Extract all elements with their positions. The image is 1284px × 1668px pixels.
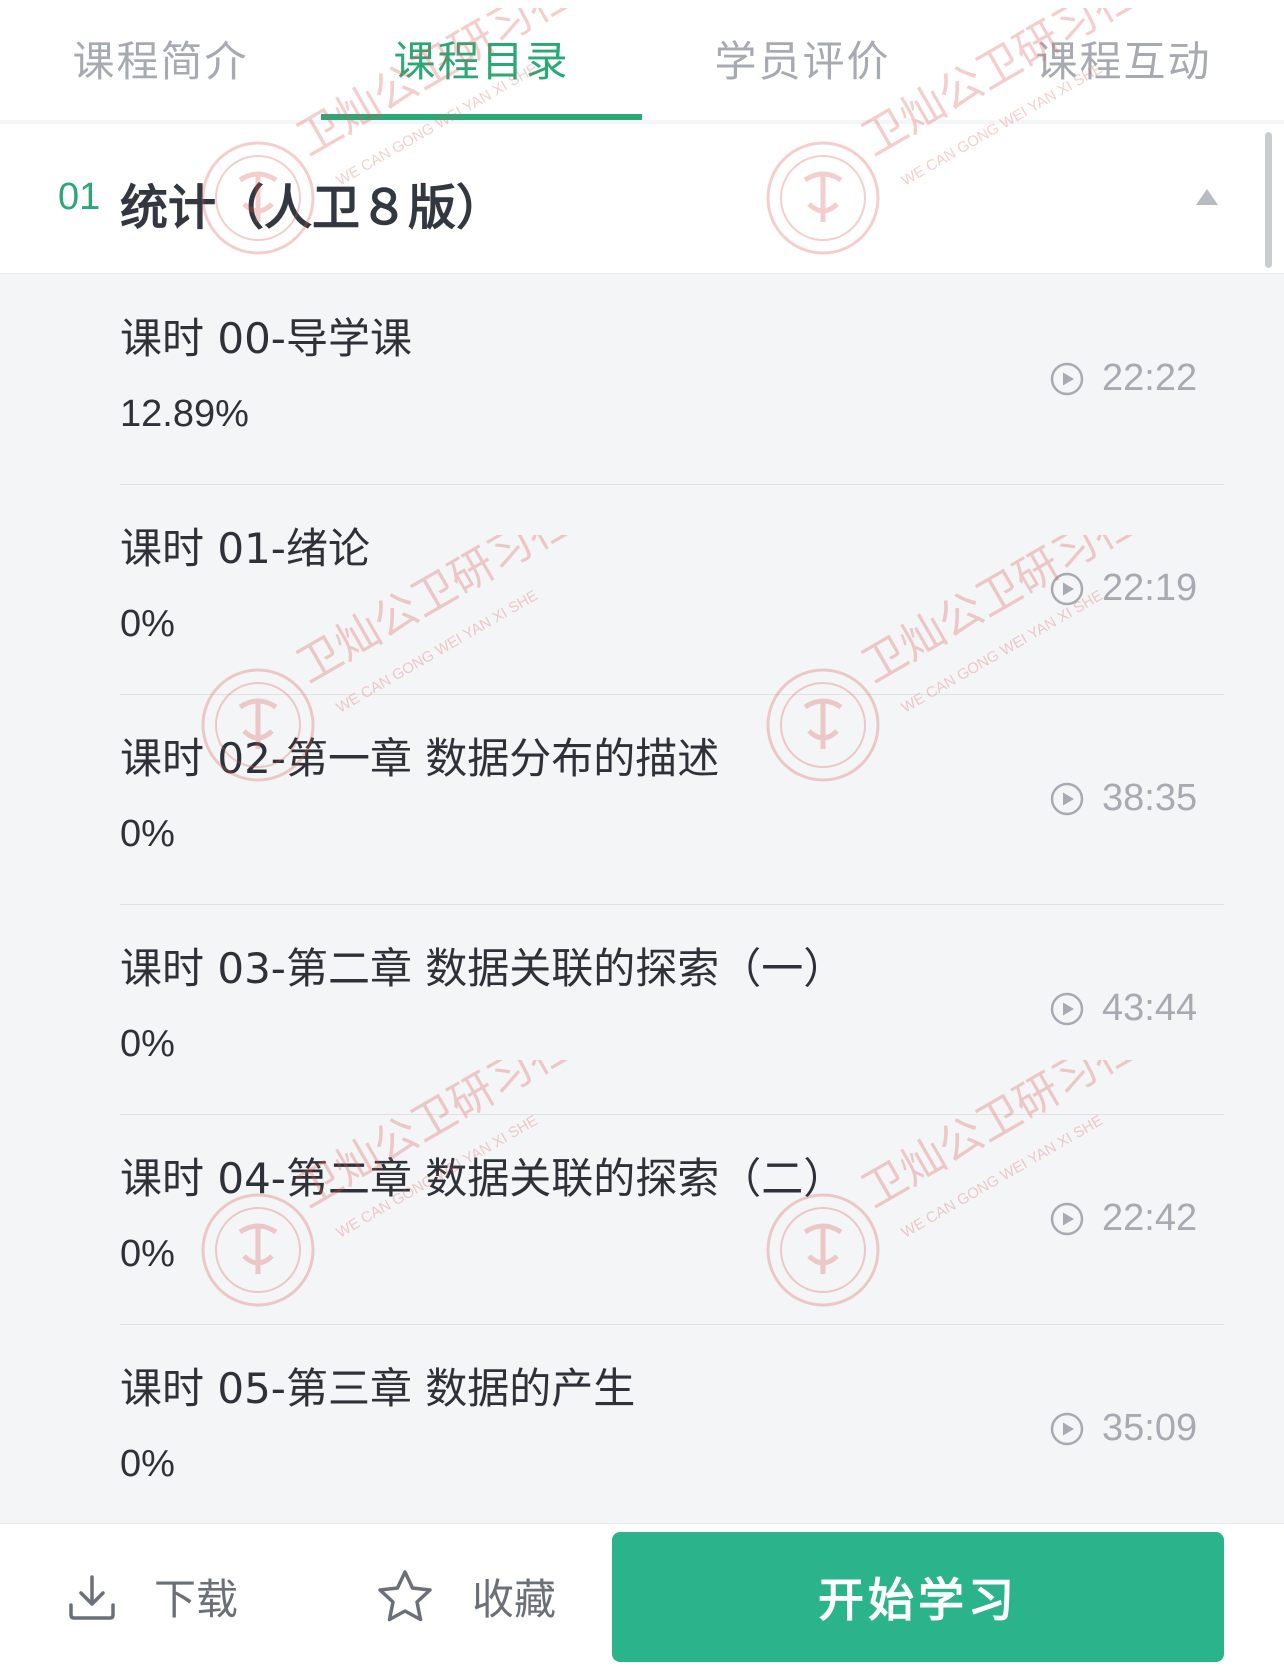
bottom-action-bar: 下载 收藏 开始学习 [0, 1523, 1284, 1668]
favorite-label: 收藏 [472, 1575, 557, 1624]
list-item[interactable]: 课时 04-第二章 数据关联的探索（二） 0% 22:42 [120, 1115, 1224, 1325]
lesson-progress: 12.89% [120, 393, 249, 435]
favorite-button[interactable]: 收藏 [374, 1566, 556, 1627]
chapter-title: 统计（人卫８版） [120, 180, 505, 236]
lesson-duration: 35:09 [1050, 1407, 1197, 1450]
lesson-progress: 0% [120, 813, 175, 855]
tab-label: 课程互动 [1035, 37, 1212, 86]
lesson-title: 课时 00-导学课 [120, 314, 412, 363]
lesson-title: 课时 03-第二章 数据关联的探索（一） [120, 944, 846, 993]
duration-text: 22:19 [1102, 567, 1198, 609]
lesson-duration: 22:22 [1050, 357, 1197, 400]
tab-student-reviews[interactable]: 学员评价 [642, 0, 963, 120]
duration-text: 35:09 [1102, 1407, 1198, 1449]
lesson-list: 课时 00-导学课 12.89% 22:22 课时 01-绪论 0% 22:19… [0, 275, 1284, 1523]
star-outline-icon [378, 1569, 432, 1621]
play-circle-icon [1050, 362, 1084, 395]
duration-text: 38:35 [1102, 777, 1198, 819]
lesson-progress: 0% [120, 603, 175, 645]
tab-course-interaction[interactable]: 课程互动 [963, 0, 1284, 120]
tab-label: 学员评价 [714, 37, 891, 86]
scrollbar[interactable] [1265, 132, 1272, 268]
tab-course-catalog[interactable]: 课程目录 [321, 0, 642, 120]
lesson-title: 课时 04-第二章 数据关联的探索（二） [120, 1154, 846, 1203]
active-tab-indicator [321, 114, 642, 120]
play-circle-icon [1050, 992, 1084, 1025]
list-item[interactable]: 课时 02-第一章 数据分布的描述 0% 38:35 [120, 695, 1224, 905]
lesson-duration: 38:35 [1050, 777, 1197, 820]
tab-course-intro[interactable]: 课程简介 [0, 0, 321, 120]
lesson-title: 课时 01-绪论 [120, 524, 370, 573]
lesson-progress: 0% [120, 1443, 175, 1485]
duration-text: 22:42 [1102, 1197, 1198, 1239]
play-circle-icon [1050, 1202, 1084, 1235]
lesson-duration: 22:19 [1050, 567, 1197, 610]
list-item[interactable]: 课时 03-第二章 数据关联的探索（一） 0% 43:44 [120, 905, 1224, 1115]
tab-bar: 课程简介 课程目录 学员评价 课程互动 [0, 0, 1284, 120]
list-item[interactable]: 课时 00-导学课 12.89% 22:22 [120, 275, 1224, 485]
chapter-header[interactable]: 01 统计（人卫８版） [0, 124, 1284, 274]
tab-label: 课程目录 [393, 37, 570, 86]
lesson-title: 课时 05-第三章 数据的产生 [120, 1364, 636, 1413]
duration-text: 43:44 [1102, 987, 1198, 1029]
download-button[interactable]: 下载 [66, 1566, 238, 1627]
play-circle-icon [1050, 572, 1084, 605]
start-learning-button[interactable]: 开始学习 [612, 1532, 1224, 1662]
lesson-progress: 0% [120, 1023, 175, 1065]
play-circle-icon [1050, 782, 1084, 815]
play-circle-icon [1050, 1412, 1084, 1445]
download-icon [69, 1574, 115, 1620]
lesson-title: 课时 02-第一章 数据分布的描述 [120, 734, 720, 783]
triangle-up-icon[interactable] [1196, 189, 1218, 205]
duration-text: 22:22 [1102, 357, 1198, 399]
list-item[interactable]: 课时 01-绪论 0% 22:19 [120, 485, 1224, 695]
lesson-duration: 22:42 [1050, 1197, 1197, 1240]
lesson-duration: 43:44 [1050, 987, 1197, 1030]
tab-label: 课程简介 [72, 37, 249, 86]
chapter-number: 01 [58, 176, 101, 218]
lesson-progress: 0% [120, 1233, 175, 1275]
list-item[interactable]: 课时 05-第三章 数据的产生 0% 35:09 [120, 1325, 1224, 1523]
download-label: 下载 [154, 1575, 239, 1624]
